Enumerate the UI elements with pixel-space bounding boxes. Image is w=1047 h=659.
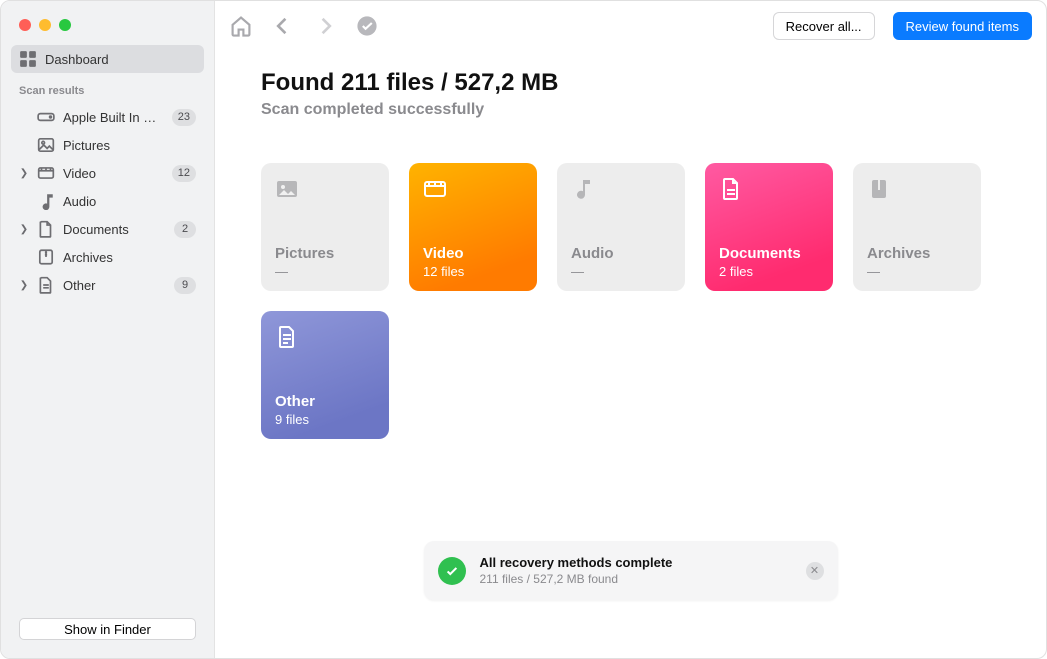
- chevron-right-icon[interactable]: ❯: [19, 280, 29, 291]
- count-badge: 9: [174, 277, 196, 294]
- content: Found 211 files / 527,2 MB Scan complete…: [215, 51, 1046, 439]
- chevron-right-icon[interactable]: ❯: [19, 168, 29, 179]
- disk-icon: [37, 108, 55, 126]
- other-icon: [275, 325, 375, 351]
- card-title: Archives: [867, 245, 967, 262]
- checkmark-icon: [438, 557, 466, 585]
- sidebar-item-device[interactable]: Apple Built In SDX... 23: [11, 103, 204, 131]
- archive-icon: [867, 177, 967, 203]
- close-window-icon[interactable]: [19, 19, 31, 31]
- count-badge: 2: [174, 221, 196, 238]
- close-icon[interactable]: ✕: [806, 562, 824, 580]
- card-sub: —: [867, 264, 967, 279]
- status-check-icon: [355, 14, 379, 38]
- sidebar-item-label: Audio: [63, 194, 196, 209]
- sidebar-item-video[interactable]: ❯ Video 12: [11, 159, 204, 187]
- toolbar: Recover all... Review found items: [215, 1, 1046, 51]
- toast-title: All recovery methods complete: [480, 555, 792, 570]
- completion-toast: All recovery methods complete 211 files …: [424, 541, 838, 600]
- card-title: Pictures: [275, 245, 375, 262]
- sidebar-item-label: Video: [63, 166, 164, 181]
- card-sub: 9 files: [275, 412, 375, 427]
- video-icon: [37, 164, 55, 182]
- card-title: Documents: [719, 245, 819, 262]
- results-subhead: Scan completed successfully: [261, 101, 1010, 119]
- review-found-items-button[interactable]: Review found items: [893, 12, 1032, 40]
- card-audio[interactable]: Audio —: [557, 163, 685, 291]
- category-cards: Pictures — Video 12 files Audio —: [261, 163, 1010, 439]
- card-sub: 2 files: [719, 264, 819, 279]
- card-sub: —: [571, 264, 671, 279]
- sidebar-item-dashboard[interactable]: Dashboard: [11, 45, 204, 73]
- sidebar-item-label: Pictures: [63, 138, 196, 153]
- show-in-finder-button[interactable]: Show in Finder: [19, 618, 196, 640]
- card-title: Other: [275, 393, 375, 410]
- video-icon: [423, 177, 523, 203]
- grid-icon: [19, 50, 37, 68]
- back-icon[interactable]: [271, 14, 295, 38]
- sidebar-item-label: Archives: [63, 250, 196, 265]
- sidebar-item-pictures[interactable]: Pictures: [11, 131, 204, 159]
- sidebar-item-label: Apple Built In SDX...: [63, 110, 164, 125]
- document-icon: [37, 220, 55, 238]
- card-other[interactable]: Other 9 files: [261, 311, 389, 439]
- minimize-window-icon[interactable]: [39, 19, 51, 31]
- sidebar-item-label: Documents: [63, 222, 166, 237]
- document-icon: [719, 177, 819, 203]
- recover-all-button[interactable]: Recover all...: [773, 12, 875, 40]
- count-badge: 23: [172, 109, 196, 126]
- count-badge: 12: [172, 165, 196, 182]
- card-sub: 12 files: [423, 264, 523, 279]
- other-icon: [37, 276, 55, 294]
- card-pictures[interactable]: Pictures —: [261, 163, 389, 291]
- audio-icon: [571, 177, 671, 203]
- sidebar-item-archives[interactable]: Archives: [11, 243, 204, 271]
- card-archives[interactable]: Archives —: [853, 163, 981, 291]
- main-panel: Recover all... Review found items Found …: [215, 1, 1046, 658]
- sidebar-item-label: Dashboard: [45, 52, 196, 67]
- card-video[interactable]: Video 12 files: [409, 163, 537, 291]
- archive-icon: [37, 248, 55, 266]
- sidebar-item-documents[interactable]: ❯ Documents 2: [11, 215, 204, 243]
- results-headline: Found 211 files / 527,2 MB: [261, 69, 1010, 97]
- card-sub: —: [275, 264, 375, 279]
- zoom-window-icon[interactable]: [59, 19, 71, 31]
- sidebar-item-audio[interactable]: Audio: [11, 187, 204, 215]
- sidebar-item-other[interactable]: ❯ Other 9: [11, 271, 204, 299]
- picture-icon: [275, 177, 375, 203]
- chevron-right-icon[interactable]: ❯: [19, 224, 29, 235]
- toast-sub: 211 files / 527,2 MB found: [480, 572, 792, 586]
- picture-icon: [37, 136, 55, 154]
- audio-icon: [37, 192, 55, 210]
- forward-icon[interactable]: [313, 14, 337, 38]
- card-title: Audio: [571, 245, 671, 262]
- card-documents[interactable]: Documents 2 files: [705, 163, 833, 291]
- sidebar: Dashboard Scan results Apple Built In SD…: [1, 1, 215, 658]
- sidebar-section-title: Scan results: [1, 73, 214, 103]
- window-controls: [1, 1, 214, 45]
- card-title: Video: [423, 245, 523, 262]
- app-window: Dashboard Scan results Apple Built In SD…: [0, 0, 1047, 659]
- sidebar-item-label: Other: [63, 278, 166, 293]
- home-icon[interactable]: [229, 14, 253, 38]
